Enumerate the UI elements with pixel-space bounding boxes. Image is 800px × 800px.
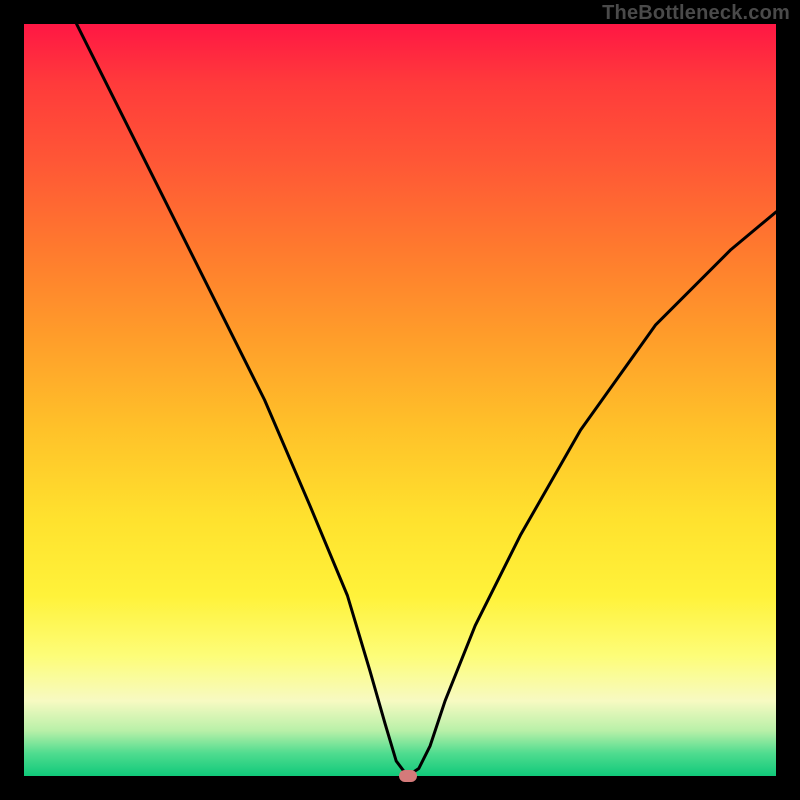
optimum-marker (399, 770, 417, 782)
curve-layer (24, 24, 776, 776)
watermark-label: TheBottleneck.com (602, 2, 790, 25)
plot-area (24, 24, 776, 776)
bottleneck-curve (77, 24, 776, 776)
chart-frame: TheBottleneck.com (0, 0, 800, 800)
